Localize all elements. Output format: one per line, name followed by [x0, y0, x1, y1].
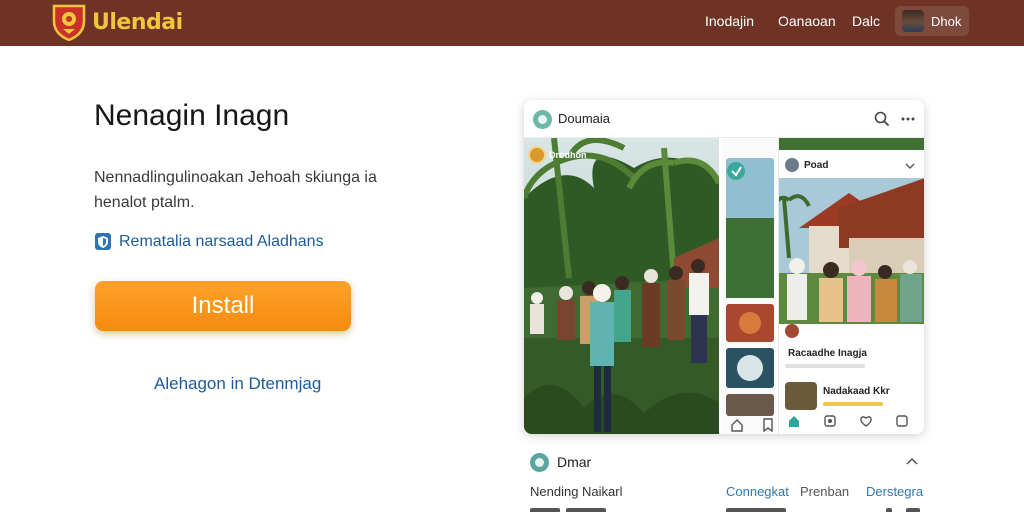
phone-preview: Poad Racaadhe Inagja Nadakaad Kkr	[778, 138, 924, 434]
bookmark-icon[interactable]	[762, 418, 774, 432]
post-1-meta	[785, 364, 865, 368]
nav-link-3[interactable]: Dalc	[852, 13, 880, 29]
preview-header: Doumaia	[524, 100, 924, 138]
search-icon[interactable]	[872, 109, 892, 129]
nav-link-2[interactable]: Oanaoan	[778, 13, 836, 29]
brand-logo[interactable]: Ulendai	[52, 3, 183, 41]
shield-logo-icon	[52, 4, 86, 41]
panel-header[interactable]: Dmar	[530, 451, 922, 473]
heart-icon[interactable]	[859, 414, 873, 428]
top-bar: Ulendai Inodajin Oanaoan Dalc Dhok	[0, 0, 1024, 46]
panel-link-1[interactable]: Connegkat	[726, 484, 789, 499]
feature-item: Rematalia narsaad Aladhans	[94, 232, 324, 251]
profile-label: Dhok	[931, 13, 962, 29]
more-icon[interactable]	[898, 109, 918, 129]
nav-link-1[interactable]: Inodajin	[705, 13, 754, 29]
hero-description: Nennadlingulinoakan Jehoah skiunga ia he…	[94, 169, 377, 211]
profile-icon[interactable]	[895, 414, 909, 428]
community-photo[interactable]: Drodhon	[524, 138, 719, 434]
install-button[interactable]: Install	[95, 281, 351, 331]
grid-icon[interactable]	[823, 414, 837, 428]
post-2-name: Nadakaad Kkr	[823, 386, 890, 397]
brand-name: Ulendai	[92, 9, 183, 35]
secondary-link[interactable]: Alehagon in Dtenmjag	[154, 374, 321, 394]
panel-link-3[interactable]: Derstegra	[866, 484, 923, 499]
preview-app-title: Doumaia	[558, 111, 611, 126]
page-title: Nenagin Inagn	[94, 99, 290, 132]
sun-icon	[528, 146, 546, 164]
avatar	[902, 10, 924, 32]
app-icon	[530, 453, 549, 472]
verified-shield-icon	[95, 233, 111, 250]
feature-text: Rematalia narsaad Aladhans	[119, 232, 324, 250]
photo-badge: Drodhon	[528, 146, 587, 164]
post-1-name: Racaadhe Inagja	[788, 348, 867, 359]
panel-row: Nending Naikarl Connegkat Prenban Derste…	[530, 484, 923, 500]
panel-label: Nending Naikarl	[530, 484, 623, 499]
photo-illustration	[524, 138, 719, 434]
panel-title: Dmar	[557, 454, 592, 470]
panel-row-cut	[530, 506, 922, 512]
profile-button[interactable]: Dhok	[895, 6, 969, 36]
app-icon	[533, 110, 552, 129]
home-icon[interactable]	[730, 418, 744, 432]
avatar	[785, 324, 799, 338]
panel-link-2[interactable]: Prenban	[800, 484, 849, 499]
phone-photo[interactable]	[779, 138, 924, 324]
chevron-up-icon[interactable]	[906, 457, 918, 467]
app-preview-card: Doumaia Drodhon Poad Racaadhe Inagja Nad…	[524, 100, 924, 434]
home-icon[interactable]	[787, 414, 801, 428]
thumbnail-illustration	[722, 138, 776, 434]
post-2-thumbnail[interactable]	[785, 382, 817, 410]
post-2-meta	[823, 402, 883, 406]
thumbnail-strip	[722, 138, 776, 434]
photo-label: Drodhon	[549, 150, 587, 160]
